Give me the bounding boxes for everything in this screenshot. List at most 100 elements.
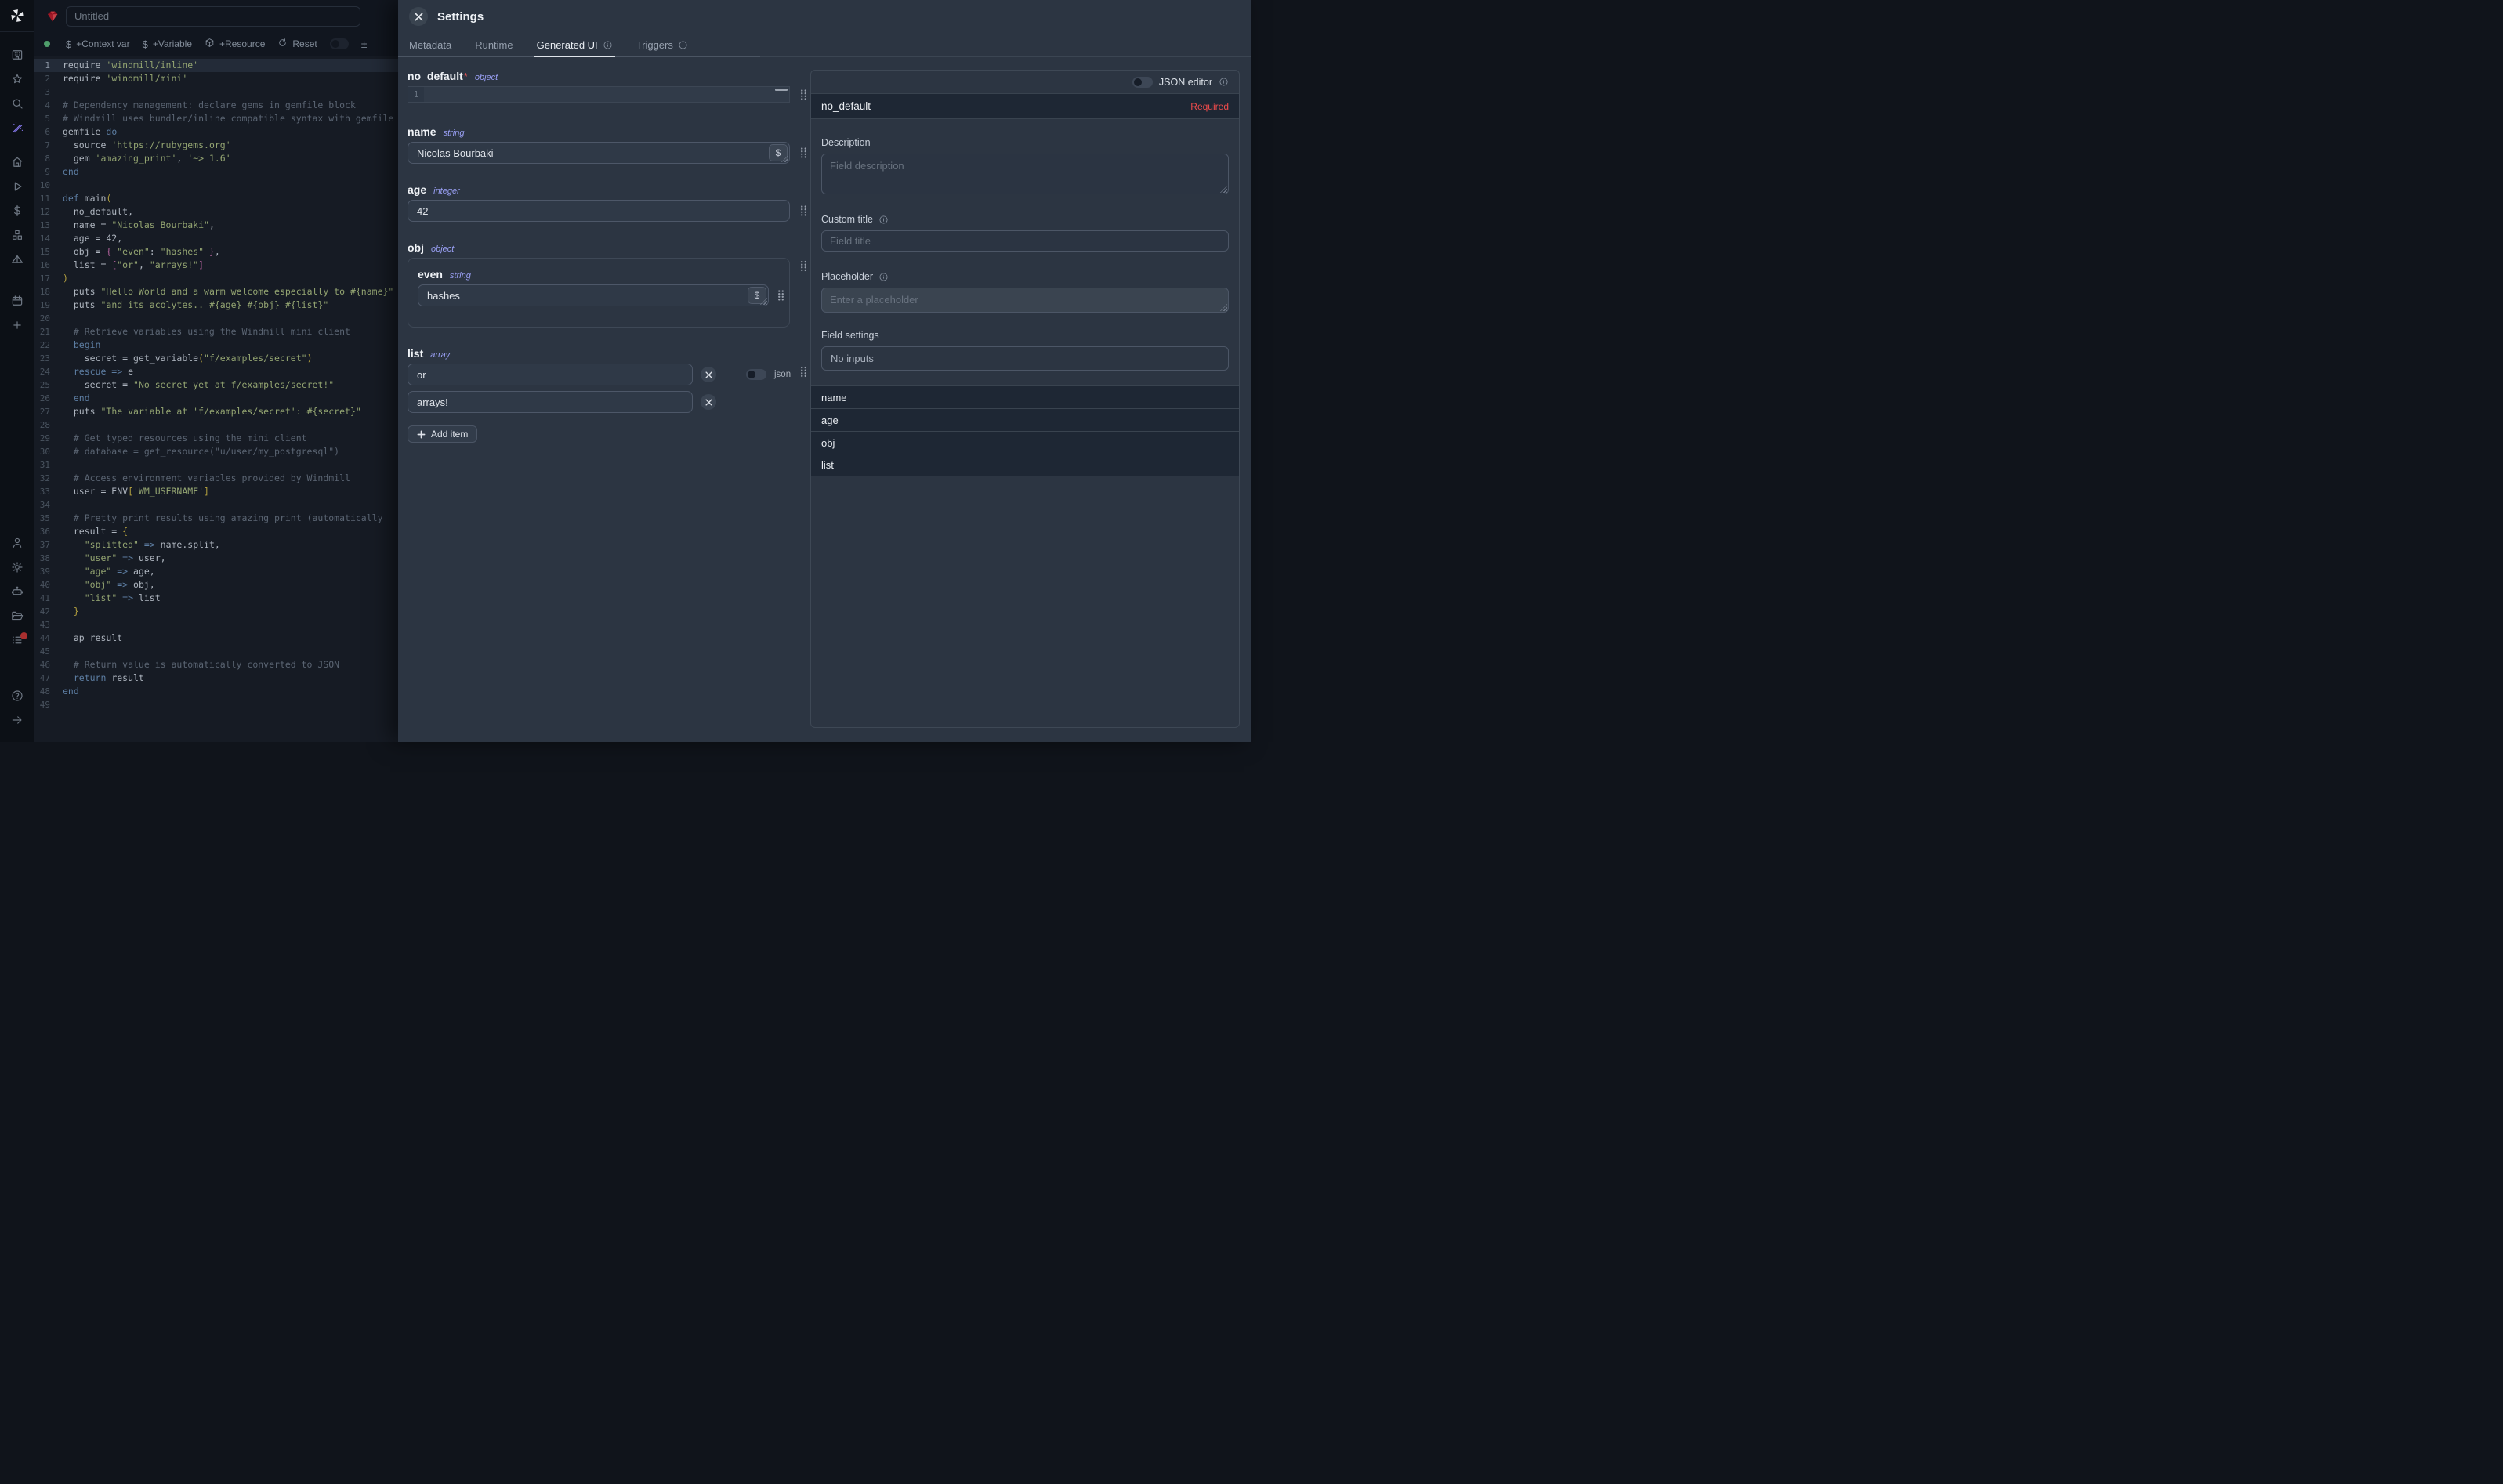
- custom-title-input[interactable]: [821, 230, 1229, 252]
- sidebar-item-account[interactable]: [0, 533, 34, 557]
- script-title-input[interactable]: [66, 6, 360, 27]
- code-editor[interactable]: 1require 'windmill/inline'2require 'wind…: [34, 56, 398, 742]
- drag-handle-icon[interactable]: [800, 366, 807, 378]
- tab-metadata[interactable]: Metadata: [409, 33, 451, 56]
- code-line[interactable]: 2require 'windmill/mini': [34, 72, 398, 85]
- code-line[interactable]: 17): [34, 272, 398, 285]
- code-line[interactable]: 42 }: [34, 605, 398, 618]
- code-line[interactable]: 12 no_default,: [34, 205, 398, 219]
- sidebar-item-triggers[interactable]: [0, 249, 34, 273]
- code-line[interactable]: 19 puts "and its acolytes.. #{age} #{obj…: [34, 299, 398, 312]
- code-line[interactable]: 26 end: [34, 392, 398, 405]
- code-line[interactable]: 14 age = 42,: [34, 232, 398, 245]
- sidebar-item-help[interactable]: [0, 686, 34, 710]
- add-item-button[interactable]: Add item: [408, 425, 477, 443]
- sidebar-item-search[interactable]: [0, 93, 34, 118]
- name-input[interactable]: [408, 142, 790, 164]
- sidebar-item-assistant[interactable]: [0, 581, 34, 606]
- code-line[interactable]: 30 # database = get_resource("u/user/my_…: [34, 445, 398, 458]
- code-line[interactable]: 15 obj = { "even": "hashes" },: [34, 245, 398, 259]
- sidebar-item-workspace[interactable]: [0, 45, 34, 69]
- drag-handle-icon[interactable]: [800, 205, 807, 217]
- code-line[interactable]: 18 puts "Hello World and a warm welcome …: [34, 285, 398, 299]
- code-line[interactable]: 31: [34, 458, 398, 472]
- sidebar-item-resources[interactable]: [0, 225, 34, 249]
- field-row-list[interactable]: list: [811, 454, 1239, 476]
- field-row-age[interactable]: age: [811, 408, 1239, 431]
- code-line[interactable]: 3: [34, 85, 398, 99]
- code-line[interactable]: 27 puts "The variable at 'f/examples/sec…: [34, 405, 398, 418]
- json-editor-toggle[interactable]: [1132, 77, 1153, 88]
- remove-item-button[interactable]: [701, 367, 716, 382]
- sidebar-item-logs[interactable]: [0, 630, 34, 654]
- list-item-input[interactable]: [408, 391, 693, 413]
- code-line[interactable]: 37 "splitted" => name.split,: [34, 538, 398, 552]
- scrollbar-thumb[interactable]: [775, 89, 788, 91]
- sidebar-item-runs[interactable]: [0, 176, 34, 201]
- drag-handle-icon[interactable]: [800, 260, 807, 272]
- code-line[interactable]: 13 name = "Nicolas Bourbaki",: [34, 219, 398, 232]
- code-line[interactable]: 24 rescue => e: [34, 365, 398, 378]
- code-line[interactable]: 39 "age" => age,: [34, 565, 398, 578]
- drag-handle-icon[interactable]: [800, 147, 807, 159]
- code-line[interactable]: 6gemfile do: [34, 125, 398, 139]
- sidebar-item-add[interactable]: [0, 315, 34, 339]
- code-line[interactable]: 41 "list" => list: [34, 592, 398, 605]
- sidebar-item-settings[interactable]: [0, 557, 34, 581]
- code-line[interactable]: 47 return result: [34, 671, 398, 685]
- sidebar-item-home[interactable]: [0, 152, 34, 176]
- placeholder-textarea[interactable]: [821, 288, 1229, 313]
- field-row-name[interactable]: name: [811, 385, 1239, 408]
- code-line[interactable]: 10: [34, 179, 398, 192]
- code-line[interactable]: 35 # Pretty print results using amazing_…: [34, 512, 398, 525]
- code-line[interactable]: 29 # Get typed resources using the mini …: [34, 432, 398, 445]
- drag-handle-icon[interactable]: [800, 89, 807, 100]
- code-line[interactable]: 5# Windmill uses bundler/inline compatib…: [34, 112, 398, 125]
- code-line[interactable]: 22 begin: [34, 338, 398, 352]
- code-line[interactable]: 25 secret = "No secret yet at f/examples…: [34, 378, 398, 392]
- code-line[interactable]: 28: [34, 418, 398, 432]
- code-line[interactable]: 48end: [34, 685, 398, 698]
- no-default-json-input[interactable]: 1: [408, 86, 790, 103]
- add-resource-button[interactable]: +Resource: [205, 38, 265, 50]
- code-line[interactable]: 34: [34, 498, 398, 512]
- reset-button[interactable]: Reset: [277, 38, 317, 50]
- code-line[interactable]: 46 # Return value is automatically conve…: [34, 658, 398, 671]
- sidebar-item-variables[interactable]: [0, 201, 34, 225]
- close-button[interactable]: [409, 7, 428, 26]
- code-line[interactable]: 43: [34, 618, 398, 632]
- add-context-var-button[interactable]: $ +Context var: [66, 38, 130, 50]
- code-line[interactable]: 7 source 'https://rubygems.org': [34, 139, 398, 152]
- description-textarea[interactable]: [821, 154, 1229, 194]
- code-line[interactable]: 20: [34, 312, 398, 325]
- code-line[interactable]: 49: [34, 698, 398, 711]
- code-line[interactable]: 8 gem 'amazing_print', '~> 1.6': [34, 152, 398, 165]
- sidebar-item-ai[interactable]: [0, 118, 34, 142]
- code-line[interactable]: 45: [34, 645, 398, 658]
- remove-item-button[interactable]: [701, 394, 716, 410]
- code-line[interactable]: 11def main(: [34, 192, 398, 205]
- selected-field-row[interactable]: no_default Required: [811, 94, 1239, 119]
- code-line[interactable]: 36 result = {: [34, 525, 398, 538]
- diff-mode-icon[interactable]: ±: [361, 38, 368, 50]
- sidebar-item-favorites[interactable]: [0, 69, 34, 93]
- code-line[interactable]: 9end: [34, 165, 398, 179]
- field-row-obj[interactable]: obj: [811, 431, 1239, 454]
- json-toggle[interactable]: [746, 369, 766, 380]
- tab-generated-ui[interactable]: Generated UI: [537, 33, 613, 56]
- code-line[interactable]: 21 # Retrieve variables using the Windmi…: [34, 325, 398, 338]
- code-line[interactable]: 1require 'windmill/inline': [34, 59, 398, 72]
- code-line[interactable]: 38 "user" => user,: [34, 552, 398, 565]
- code-line[interactable]: 33 user = ENV['WM_USERNAME']: [34, 485, 398, 498]
- list-item-input[interactable]: [408, 364, 693, 385]
- code-line[interactable]: 44 ap result: [34, 632, 398, 645]
- age-input[interactable]: [408, 200, 790, 222]
- sidebar-expand-button[interactable]: [0, 710, 34, 734]
- sidebar-item-schedules[interactable]: [0, 291, 34, 315]
- drag-handle-icon[interactable]: [777, 290, 784, 302]
- windmill-logo[interactable]: [0, 0, 34, 32]
- code-line[interactable]: 23 secret = get_variable("f/examples/sec…: [34, 352, 398, 365]
- diff-toggle[interactable]: [330, 38, 349, 49]
- code-line[interactable]: 4# Dependency management: declare gems i…: [34, 99, 398, 112]
- sidebar-item-folders[interactable]: [0, 606, 34, 630]
